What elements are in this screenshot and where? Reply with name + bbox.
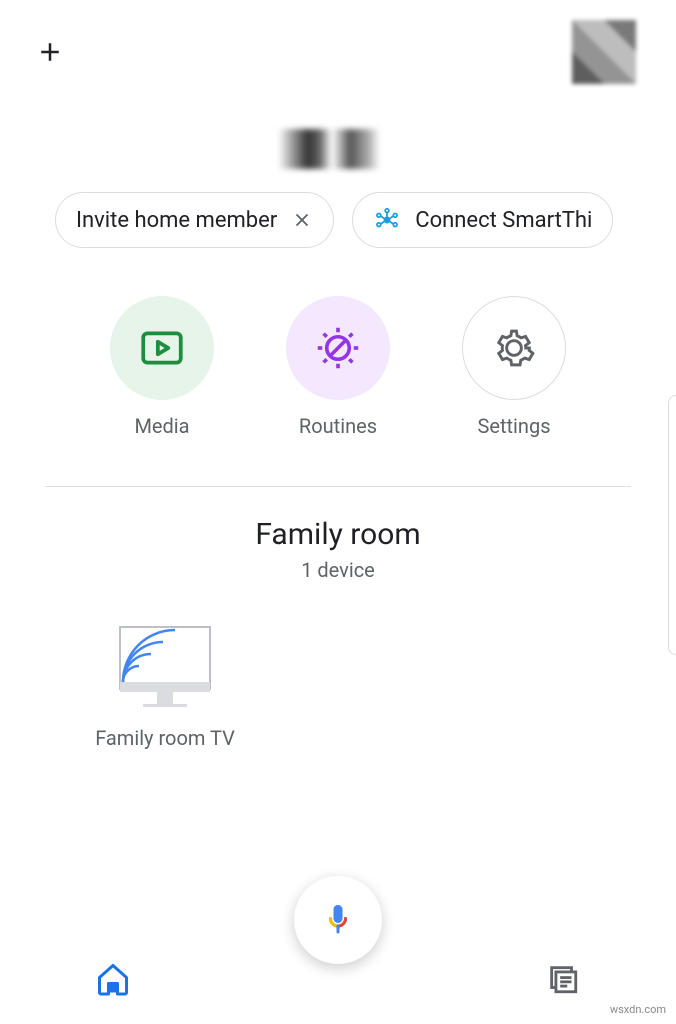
watermark: wsxdn.com	[610, 1003, 666, 1016]
microphone-icon	[320, 902, 356, 938]
routines-icon-bg	[286, 296, 390, 400]
avatar[interactable]	[572, 20, 636, 84]
action-media-label: Media	[134, 414, 189, 438]
device-family-room-tv[interactable]: Family room TV	[80, 622, 250, 750]
chip-connect-smartthings[interactable]: Connect SmartThi	[352, 192, 613, 248]
chip-connect-label: Connect SmartThi	[415, 208, 592, 233]
suggestion-chips: Invite home member Connect SmartThi	[0, 174, 676, 266]
settings-icon-bg	[462, 296, 566, 400]
add-button[interactable]	[30, 32, 70, 72]
action-settings[interactable]: Settings	[462, 296, 566, 438]
quick-actions: Media Routines Settings	[0, 296, 676, 438]
chip-invite-close[interactable]	[291, 209, 313, 231]
feed-icon	[546, 962, 580, 996]
cast-tv-icon	[115, 622, 215, 712]
action-routines[interactable]: Routines	[286, 296, 390, 438]
room-section: Family room 1 device	[0, 517, 676, 582]
topbar	[0, 0, 676, 94]
home-title	[0, 124, 676, 174]
close-icon	[291, 209, 313, 231]
divider	[45, 486, 631, 487]
routines-icon	[311, 321, 365, 375]
nav-feed[interactable]	[538, 954, 588, 1004]
media-icon	[137, 323, 187, 373]
action-settings-label: Settings	[477, 414, 550, 438]
smartthings-icon	[373, 206, 401, 234]
voice-assistant-button[interactable]	[294, 876, 382, 964]
nav-home[interactable]	[88, 954, 138, 1004]
room-subtitle: 1 device	[0, 558, 676, 582]
devices-grid: Family room TV	[0, 582, 676, 790]
plus-icon	[35, 37, 65, 67]
gear-icon	[492, 326, 536, 370]
chip-invite-label: Invite home member	[76, 208, 277, 233]
device-label: Family room TV	[95, 726, 235, 750]
action-routines-label: Routines	[299, 414, 377, 438]
chip-invite-member[interactable]: Invite home member	[55, 192, 334, 248]
home-title-redacted	[278, 129, 398, 169]
action-media[interactable]: Media	[110, 296, 214, 438]
home-icon	[95, 961, 131, 997]
room-title: Family room	[0, 517, 676, 552]
media-icon-bg	[110, 296, 214, 400]
side-handle[interactable]	[668, 395, 676, 655]
